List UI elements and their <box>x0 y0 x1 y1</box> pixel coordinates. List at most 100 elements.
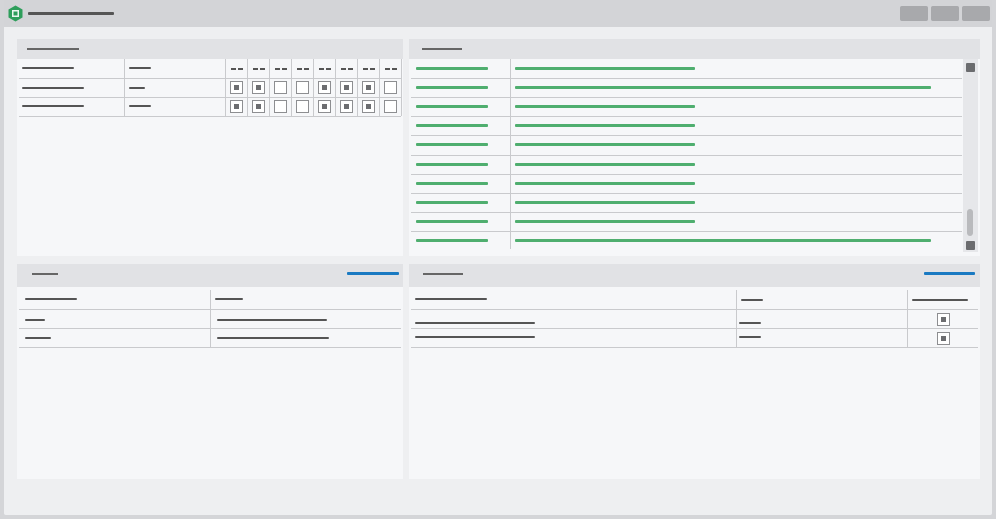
row-name <box>25 319 45 321</box>
row-checkbox[interactable] <box>937 313 950 326</box>
panel-action-link[interactable] <box>347 272 399 275</box>
column-header-name[interactable] <box>415 298 487 300</box>
divider <box>124 59 125 116</box>
day-checkbox[interactable] <box>274 81 287 94</box>
day-checkbox[interactable] <box>252 100 265 113</box>
divider <box>19 347 401 348</box>
header-mark <box>385 68 390 70</box>
row-link-value[interactable] <box>515 238 931 242</box>
header-mark <box>297 68 302 70</box>
app-window <box>4 0 992 515</box>
panel-header <box>409 264 980 287</box>
row-link-value[interactable] <box>515 143 695 147</box>
properties-panel <box>17 264 403 479</box>
close-button[interactable] <box>962 6 990 21</box>
scroll-thumb[interactable] <box>967 209 973 236</box>
header-mark <box>370 68 375 70</box>
divider <box>411 211 962 213</box>
divider <box>401 59 402 116</box>
app-logo-icon <box>8 5 23 22</box>
day-checkbox[interactable] <box>296 81 309 94</box>
row-link-name[interactable] <box>416 200 488 204</box>
row-link-name[interactable] <box>416 219 488 223</box>
row-link-value[interactable] <box>515 181 695 185</box>
panel-title <box>32 273 58 275</box>
row-value <box>217 337 329 339</box>
row-link-name[interactable] <box>416 105 488 109</box>
row-link-value[interactable] <box>515 67 695 70</box>
row-link-name[interactable] <box>416 124 488 128</box>
header-mark <box>348 68 353 70</box>
day-checkbox[interactable] <box>318 81 331 94</box>
row-link-value[interactable] <box>515 219 695 223</box>
vertical-scrollbar[interactable] <box>963 59 978 252</box>
panel-action-link[interactable] <box>924 272 975 275</box>
row-value <box>129 105 151 107</box>
header-mark <box>231 68 236 70</box>
header-mark <box>326 68 331 70</box>
header-mark <box>282 68 287 70</box>
row-link-name[interactable] <box>416 162 488 166</box>
header-mark <box>275 68 280 70</box>
divider <box>411 328 978 329</box>
panel-header <box>17 264 403 287</box>
divider <box>313 59 314 116</box>
row-link-value[interactable] <box>515 105 695 109</box>
day-checkbox[interactable] <box>296 100 309 113</box>
row-link-value[interactable] <box>515 200 695 204</box>
row-link-name[interactable] <box>416 86 488 90</box>
title-bar <box>4 0 992 27</box>
row-link-name[interactable] <box>416 238 488 242</box>
scroll-up-button[interactable] <box>966 63 975 72</box>
divider <box>411 97 962 99</box>
divider <box>411 173 962 175</box>
divider <box>357 59 358 116</box>
panel-header <box>409 39 980 59</box>
column-header-value[interactable] <box>215 298 243 300</box>
options-panel <box>409 264 980 479</box>
column-header-name[interactable] <box>22 67 74 69</box>
day-checkbox[interactable] <box>230 100 243 113</box>
maximize-button[interactable] <box>931 6 959 21</box>
divider <box>19 116 401 117</box>
panel-title <box>423 273 463 275</box>
scroll-down-button[interactable] <box>966 241 975 250</box>
row-name <box>415 336 535 338</box>
row-link-name[interactable] <box>416 67 488 70</box>
day-checkbox[interactable] <box>384 100 397 113</box>
header-mark <box>238 68 243 70</box>
column-header-value[interactable] <box>129 67 151 69</box>
day-checkbox[interactable] <box>340 100 353 113</box>
divider <box>411 116 962 118</box>
day-checkbox[interactable] <box>252 81 265 94</box>
day-checkbox[interactable] <box>274 100 287 113</box>
row-value <box>739 336 761 338</box>
day-checkbox[interactable] <box>362 100 375 113</box>
day-checkbox[interactable] <box>362 81 375 94</box>
day-checkbox[interactable] <box>384 81 397 94</box>
row-link-value[interactable] <box>515 162 695 166</box>
row-link-name[interactable] <box>416 181 488 185</box>
divider <box>411 192 962 194</box>
row-name <box>22 87 84 89</box>
divider <box>291 59 292 116</box>
day-checkbox[interactable] <box>340 81 353 94</box>
row-value <box>739 322 761 324</box>
column-header-value[interactable] <box>741 299 763 301</box>
divider <box>907 290 908 347</box>
panel-title <box>422 48 462 50</box>
divider <box>411 135 962 137</box>
column-header-name[interactable] <box>25 298 77 300</box>
row-link-value[interactable] <box>515 86 931 90</box>
schedule-panel <box>17 39 403 256</box>
row-link-value[interactable] <box>515 124 695 128</box>
column-header-flag[interactable] <box>912 299 968 301</box>
divider <box>411 154 962 156</box>
minimize-button[interactable] <box>900 6 928 21</box>
row-link-name[interactable] <box>416 143 488 147</box>
day-checkbox[interactable] <box>318 100 331 113</box>
divider <box>225 59 226 116</box>
divider <box>210 290 211 347</box>
day-checkbox[interactable] <box>230 81 243 94</box>
row-checkbox[interactable] <box>937 332 950 345</box>
